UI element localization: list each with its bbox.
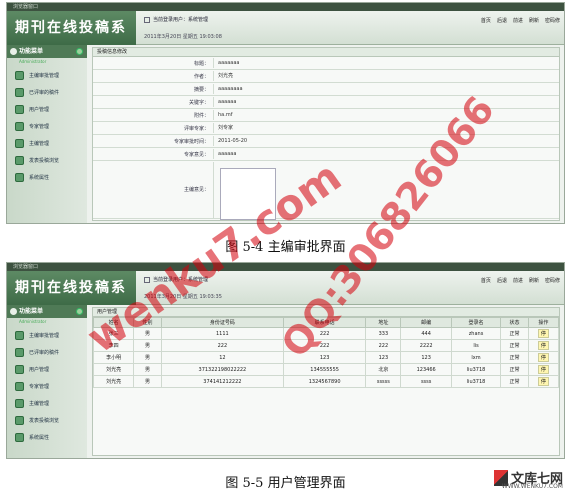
sidebar-item-users[interactable]: 用户管理 — [15, 103, 82, 116]
menu-item-icon — [15, 433, 24, 442]
col-zip: 邮编 — [400, 317, 452, 328]
menu-item-icon — [15, 365, 24, 374]
col-id: 身份证号码 — [160, 317, 284, 328]
sidebar-item-experts[interactable]: 专家管理 — [15, 120, 82, 133]
nav-home-button[interactable]: 首页 — [481, 17, 491, 24]
menu-item-icon — [15, 71, 24, 80]
col-address: 地址 — [365, 317, 402, 328]
sidebar: 功能菜单 Administrator 主编审批管理 已评审的稿件 用户管理 专家… — [7, 45, 87, 223]
menu-item-icon — [15, 105, 24, 114]
sidebar-item-reviewed[interactable]: 已评审的稿件 — [15, 346, 82, 359]
form-row: 专家审批时间： 2011-05-20 — [93, 135, 559, 148]
table-row: 李小明男 12 123 123 123 lxm 正常停 — [92, 351, 560, 364]
logo-url: WWW.WENKU7.COM — [501, 483, 563, 490]
window-titlebar: 浏览器窗口 — [7, 263, 564, 271]
nav-home-button[interactable]: 首页 — [481, 277, 491, 284]
date-line: 2011年3月20日 星期五 19:03:08 — [144, 34, 222, 40]
sidebar: 功能菜单 Administrator 主编审批管理 已评审的稿件 用户管理 专家… — [7, 305, 87, 458]
gear-icon — [10, 48, 17, 55]
sidebar-subtitle: Administrator — [19, 59, 47, 64]
app-banner-title: 期刊在线投稿系统 — [7, 11, 136, 70]
sidebar-item-system[interactable]: 系统属性 — [15, 431, 82, 444]
col-action: 操作 — [527, 317, 560, 328]
sidebar-subtitle: Administrator — [19, 319, 47, 324]
menu-item-icon — [15, 382, 24, 391]
expand-icon[interactable] — [76, 48, 83, 55]
menu-item-icon — [15, 348, 24, 357]
gear-icon — [10, 308, 17, 315]
figure-caption-2: 图 5-5 用户管理界面 — [225, 476, 346, 491]
sidebar-item-reviewed[interactable]: 已评审的稿件 — [15, 86, 82, 99]
sidebar-item-users[interactable]: 用户管理 — [15, 363, 82, 376]
menu-item-icon — [15, 139, 24, 148]
form-row: 摘要： aaaaaaaa — [93, 83, 559, 96]
form-row: 标题： aaaaaaa — [93, 57, 559, 70]
menu-item-icon — [15, 416, 24, 425]
screenshot-user-management: 浏览器窗口 期刊在线投稿系统 当前登录用户：系统管理 2011年3月20日 星期… — [6, 262, 565, 459]
disable-button[interactable]: 停 — [537, 353, 549, 362]
sidebar-item-published[interactable]: 发表投稿浏览 — [15, 154, 82, 167]
disable-button[interactable]: 停 — [537, 377, 549, 386]
sidebar-item-chiefs[interactable]: 主编管理 — [15, 137, 82, 150]
menu-item-icon — [15, 173, 24, 182]
section-title: 投稿信息修改 — [93, 48, 559, 57]
table-row: 刘光亮男 371322198022222 134555555 北京 123466 liu3… — [92, 363, 560, 376]
menu-item-icon — [15, 331, 24, 340]
menu-item-icon — [15, 88, 24, 97]
disable-button[interactable]: 停 — [537, 329, 549, 338]
nav-refresh-button[interactable]: 刷新 — [529, 277, 539, 284]
expand-icon[interactable] — [76, 308, 83, 315]
nav-buttons: 首页 后退 前进 刷新 密码修 — [481, 17, 560, 24]
sidebar-header: 功能菜单 — [7, 45, 87, 58]
nav-buttons: 首页 后退 前进 刷新 密码修 — [481, 277, 560, 284]
table-row: 刘光亮男 374141212222 1324567890 sssss ssss liu37… — [92, 375, 560, 388]
col-status: 状态 — [500, 317, 529, 328]
nav-password-button[interactable]: 密码修 — [545, 17, 560, 24]
sidebar-item-experts[interactable]: 专家管理 — [15, 380, 82, 393]
window-titlebar: 浏览器窗口 — [7, 3, 564, 11]
sidebar-header: 功能菜单 — [7, 305, 87, 318]
disable-button[interactable]: 停 — [537, 365, 549, 374]
form-row: 作者： 刘光亮 — [93, 70, 559, 83]
menu-item-icon — [15, 399, 24, 408]
col-login: 登录名 — [450, 317, 502, 328]
nav-password-button[interactable]: 密码修 — [545, 277, 560, 284]
site-logo: 文库七网 WWW.WENKU7.COM — [493, 468, 563, 490]
sidebar-item-chiefs[interactable]: 主编管理 — [15, 397, 82, 410]
sidebar-item-chief-approval[interactable]: 主编审批管理 — [15, 329, 82, 342]
breadcrumb: 当前登录用户：系统管理 — [144, 16, 208, 23]
sidebar-item-published[interactable]: 发表投稿浏览 — [15, 414, 82, 427]
nav-refresh-button[interactable]: 刷新 — [529, 17, 539, 24]
sidebar-item-chief-approval[interactable]: 主编审批管理 — [15, 69, 82, 82]
nav-back-button[interactable]: 后退 — [497, 17, 507, 24]
sidebar-item-system[interactable]: 系统属性 — [15, 171, 82, 184]
disable-button[interactable]: 停 — [537, 341, 549, 350]
figure-caption-1: 图 5-4 主编审批界面 — [225, 240, 346, 255]
nav-forward-button[interactable]: 前进 — [513, 277, 523, 284]
monitor-icon — [144, 16, 150, 23]
menu-item-icon — [15, 122, 24, 131]
nav-forward-button[interactable]: 前进 — [513, 17, 523, 24]
header-bar: 当前登录用户：系统管理 2011年3月20日 星期五 19:03:08 首页 后… — [136, 11, 564, 45]
menu-item-icon — [15, 156, 24, 165]
nav-back-button[interactable]: 后退 — [497, 277, 507, 284]
